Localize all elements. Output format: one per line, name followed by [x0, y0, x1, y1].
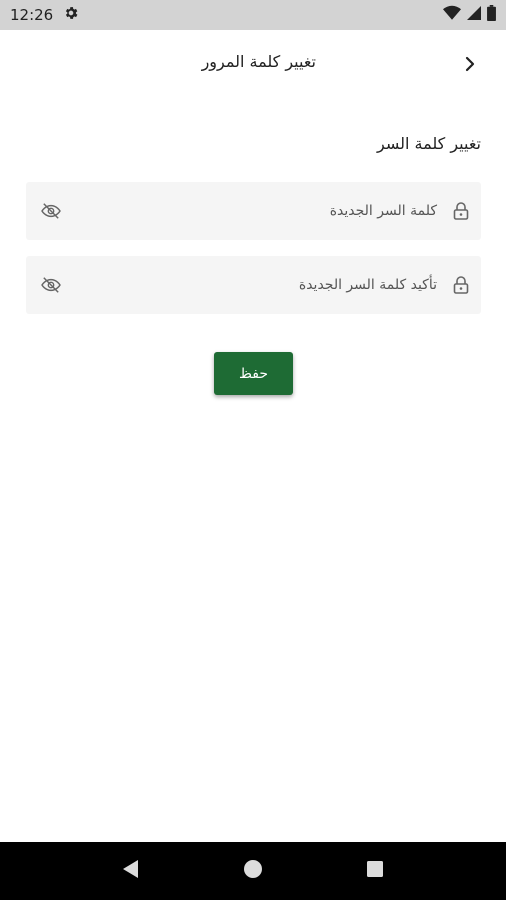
battery-icon — [487, 5, 496, 25]
page-title: تغيير كلمة المرور — [201, 52, 316, 71]
eye-off-icon[interactable] — [38, 272, 64, 298]
section-heading: تغيير كلمة السر — [377, 134, 481, 153]
new-password-placeholder: كلمة السر الجديدة — [329, 203, 437, 219]
confirm-password-placeholder: تأكيد كلمة السر الجديدة — [298, 277, 437, 293]
save-button[interactable]: حفظ — [214, 352, 293, 395]
confirm-password-field[interactable]: تأكيد كلمة السر الجديدة — [26, 256, 481, 314]
app-bar: تغيير كلمة المرور — [0, 30, 506, 102]
status-time: 12:26 — [10, 6, 54, 24]
system-nav-bar — [0, 842, 506, 900]
recents-square-icon — [366, 860, 384, 882]
nav-home-button[interactable] — [233, 851, 273, 891]
status-left: 12:26 — [10, 5, 79, 25]
eye-off-icon[interactable] — [38, 198, 64, 224]
status-bar: 12:26 — [0, 0, 506, 30]
signal-icon — [467, 5, 481, 25]
back-button[interactable] — [458, 54, 482, 78]
chevron-right-icon — [464, 56, 476, 76]
status-right — [443, 5, 496, 25]
back-triangle-icon — [122, 859, 140, 883]
settings-icon — [63, 5, 79, 25]
home-circle-icon — [243, 859, 263, 883]
lock-icon — [451, 201, 471, 221]
nav-back-button[interactable] — [111, 851, 151, 891]
wifi-icon — [443, 5, 461, 25]
lock-icon — [451, 275, 471, 295]
nav-recents-button[interactable] — [355, 851, 395, 891]
new-password-field[interactable]: كلمة السر الجديدة — [26, 182, 481, 240]
